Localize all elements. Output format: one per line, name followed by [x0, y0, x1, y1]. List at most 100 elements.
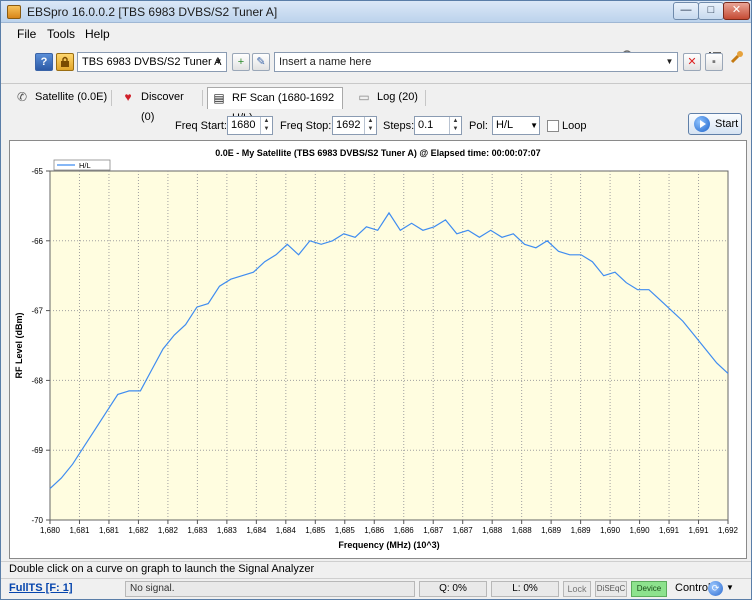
document-icon: ▭: [358, 90, 370, 104]
chart-svg[interactable]: 0.0E - My Satellite (TBS 6983 DVBS/S2 Tu…: [10, 141, 746, 558]
y-tick-label: -66: [31, 237, 43, 246]
x-tick-label: 1,681: [69, 526, 90, 535]
x-tick-label: 1,686: [394, 526, 415, 535]
freq-stop-value: 1692: [336, 119, 361, 131]
menu-bar: File Tools Help: [1, 23, 751, 64]
x-tick-label: 1,687: [423, 526, 444, 535]
steps-label: Steps:: [383, 120, 415, 132]
tab-satellite[interactable]: ✆ Satellite (0.0E): [11, 87, 109, 109]
steps-input[interactable]: 0.1 ▲ ▼: [414, 116, 462, 135]
delete-button[interactable]: ✕: [683, 53, 701, 71]
app-icon: [7, 5, 21, 19]
control-icon[interactable]: ⟳: [708, 581, 723, 596]
steps-value: 0.1: [418, 119, 434, 131]
signal-status: No signal.: [125, 581, 415, 597]
loop-label: Loop: [562, 120, 587, 132]
tab-discover[interactable]: ♥ Discover (0): [117, 87, 199, 123]
x-tick-label: 1,689: [541, 526, 562, 535]
x-tick-label: 1,682: [128, 526, 149, 535]
y-tick-label: -69: [31, 446, 43, 455]
x-tick-label: 1,692: [718, 526, 739, 535]
y-tick-label: -70: [31, 516, 43, 525]
spinner-arrows-icon[interactable]: ▲ ▼: [260, 117, 272, 134]
fullts-link[interactable]: FullTS [F: 1]: [9, 582, 73, 594]
tab-divider: [425, 90, 426, 106]
freq-start-input[interactable]: 1680 ▲ ▼: [227, 116, 273, 135]
x-tick-label: 1,691: [659, 526, 680, 535]
x-tick-label: 1,690: [630, 526, 651, 535]
chevron-down-icon: ▼: [665, 57, 674, 66]
toolbar: ? TBS 6983 DVBS/S2 Tuner A ▼ + ✎ Insert …: [1, 49, 751, 77]
tuner-select-value: TBS 6983 DVBS/S2 Tuner A: [82, 56, 222, 68]
maximize-button[interactable]: □: [698, 2, 724, 20]
menu-file[interactable]: File: [17, 27, 36, 41]
play-icon: [694, 116, 710, 132]
loop-checkbox[interactable]: [547, 120, 559, 132]
window-title: EBSpro 16.0.0.2 [TBS 6983 DVBS/S2 Tuner …: [27, 5, 278, 19]
help-button[interactable]: ?: [35, 53, 53, 71]
x-tick-label: 1,688: [512, 526, 533, 535]
monitor-icon: ▤: [213, 91, 225, 105]
x-tick-label: 1,682: [158, 526, 179, 535]
pol-select[interactable]: H/L ▼: [492, 116, 540, 135]
scan-parameters: Freq Start: 1680 ▲ ▼ Freq Stop: 1692 ▲ ▼ S…: [1, 113, 751, 137]
tab-strip: ✆ Satellite (0.0E) ♥ Discover (0) ▤ RF S…: [1, 83, 751, 124]
menu-help[interactable]: Help: [85, 27, 110, 41]
y-axis-label: RF Level (dBm): [14, 312, 24, 378]
x-tick-label: 1,685: [305, 526, 326, 535]
tuner-select[interactable]: TBS 6983 DVBS/S2 Tuner A ▼: [77, 52, 227, 72]
tab-divider: [111, 90, 112, 106]
legend-label: H/L: [79, 161, 91, 170]
tab-label: Log (20): [377, 91, 418, 103]
x-tick-label: 1,683: [187, 526, 208, 535]
plot-area: [49, 170, 729, 521]
lock-status: Lock: [563, 581, 591, 597]
save-button[interactable]: ▪: [705, 53, 723, 71]
pol-label: Pol:: [469, 120, 488, 132]
freq-stop-input[interactable]: 1692 ▲ ▼: [332, 116, 377, 135]
x-tick-label: 1,687: [453, 526, 474, 535]
rf-scan-chart[interactable]: 0.0E - My Satellite (TBS 6983 DVBS/S2 Tu…: [9, 140, 747, 559]
minimize-button[interactable]: —: [673, 2, 699, 20]
tab-divider: [202, 90, 203, 106]
close-button[interactable]: ✕: [723, 2, 750, 20]
control-label: Control: [675, 582, 711, 594]
start-button-label: Start: [715, 118, 739, 130]
chart-title: 0.0E - My Satellite (TBS 6983 DVBS/S2 Tu…: [215, 148, 540, 158]
start-button[interactable]: Start: [688, 113, 742, 135]
app-window: EBSpro 16.0.0.2 [TBS 6983 DVBS/S2 Tuner …: [0, 0, 752, 600]
lock-button[interactable]: [56, 53, 74, 71]
quality-status: Q: 0%: [419, 581, 487, 597]
chevron-down-icon[interactable]: ▼: [726, 583, 734, 592]
name-select[interactable]: Insert a name here ▼: [274, 52, 678, 72]
diseqc-status: DiSEqC: [595, 581, 627, 597]
x-tick-label: 1,689: [571, 526, 592, 535]
name-select-placeholder: Insert a name here: [279, 56, 372, 68]
y-tick-label: -65: [31, 167, 43, 176]
tab-rf-scan[interactable]: ▤ RF Scan (1680-1692 H/L): [207, 87, 343, 124]
x-tick-label: 1,681: [99, 526, 120, 535]
x-tick-label: 1,685: [335, 526, 356, 535]
level-status: L: 0%: [491, 581, 559, 597]
chevron-down-icon: ▼: [214, 57, 223, 66]
spinner-arrows-icon[interactable]: ▲ ▼: [449, 117, 461, 134]
freq-stop-label: Freq Stop:: [280, 120, 332, 132]
spinner-arrows-icon[interactable]: ▲ ▼: [364, 117, 376, 134]
status-bar: FullTS [F: 1] No signal. Q: 0% L: 0% Loc…: [1, 578, 751, 599]
satellite-icon: ✆: [16, 90, 28, 104]
new-name-button[interactable]: +: [232, 53, 250, 71]
edit-name-button[interactable]: ✎: [252, 53, 270, 71]
lock-icon: [61, 56, 69, 67]
heart-icon: ♥: [124, 90, 132, 104]
freq-start-value: 1680: [231, 119, 256, 131]
y-tick-label: -68: [31, 376, 43, 385]
x-tick-label: 1,686: [364, 526, 385, 535]
pol-value: H/L: [496, 119, 514, 131]
x-tick-label: 1,690: [600, 526, 621, 535]
title-bar[interactable]: EBSpro 16.0.0.2 [TBS 6983 DVBS/S2 Tuner …: [1, 1, 751, 23]
x-tick-label: 1,684: [246, 526, 267, 535]
tab-log[interactable]: ▭ Log (20): [353, 87, 423, 109]
tab-label: Satellite (0.0E): [35, 91, 108, 103]
menu-tools[interactable]: Tools: [47, 27, 75, 41]
chevron-down-icon: ▼: [530, 121, 538, 130]
